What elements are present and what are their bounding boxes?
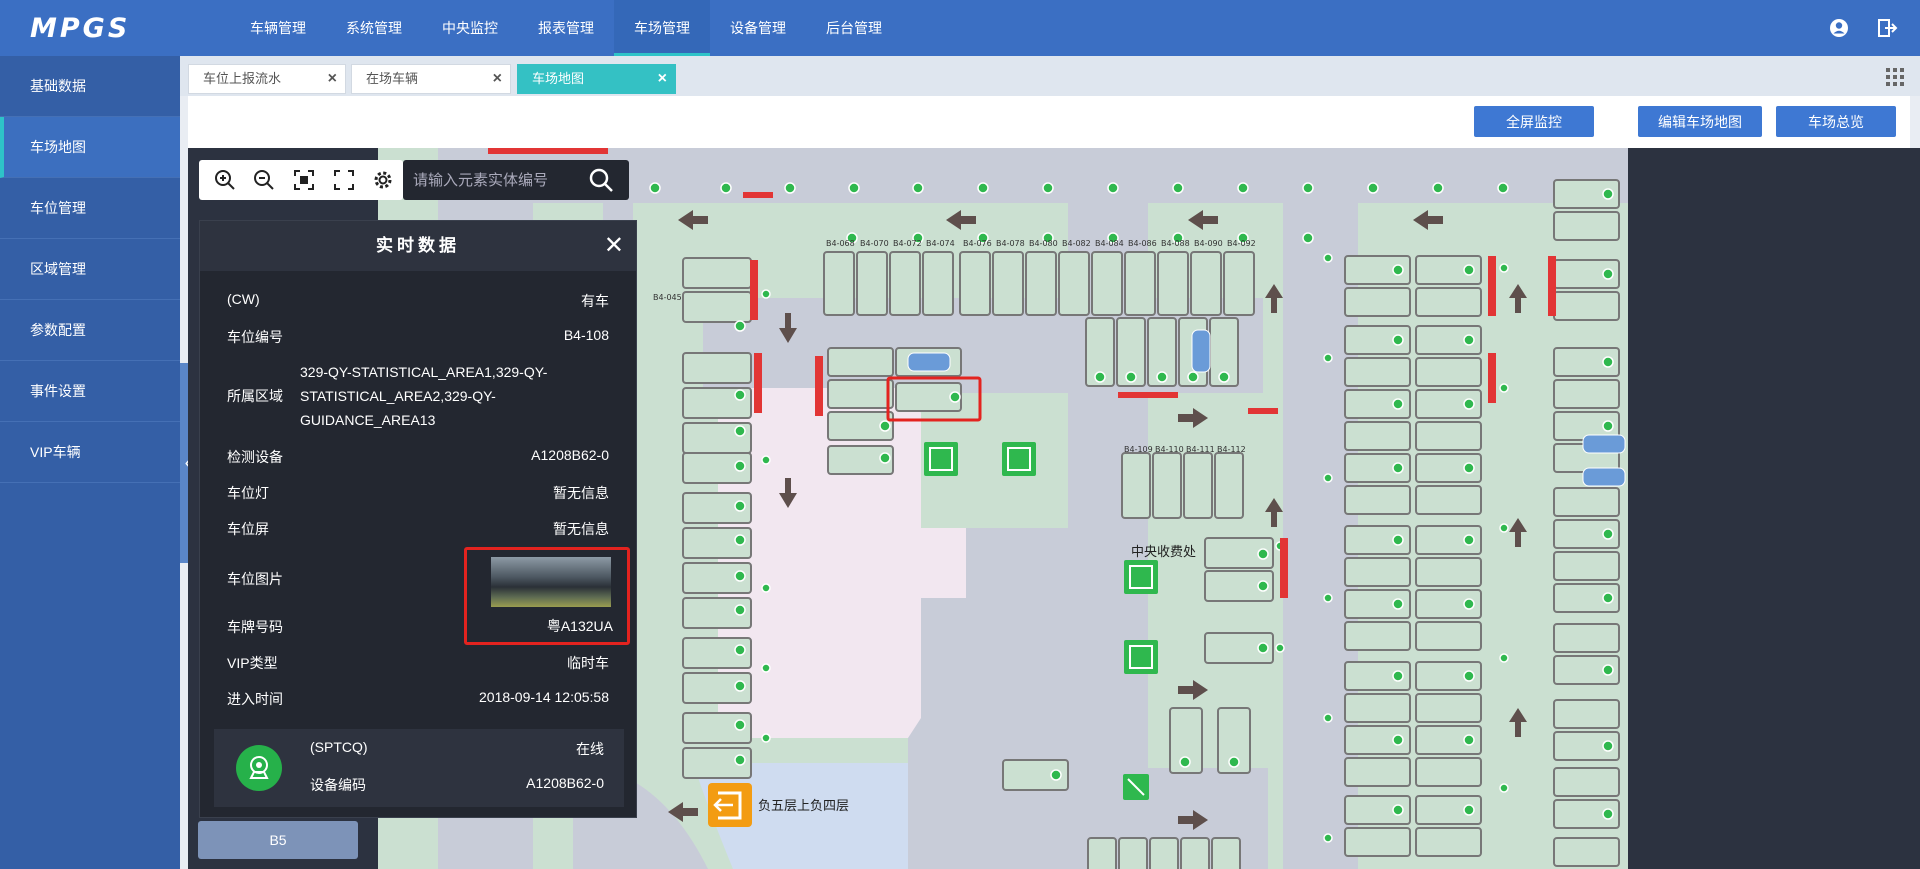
zoom-in-icon[interactable]	[205, 162, 245, 198]
fit-view-icon[interactable]	[284, 162, 324, 198]
cw-label: (CW)	[227, 291, 260, 307]
tab-label: 车位上报流水	[203, 71, 282, 86]
space-photo[interactable]	[491, 557, 611, 607]
app-logo: MPGS	[30, 13, 131, 44]
close-icon[interactable]: ×	[493, 65, 502, 93]
svg-text:B4-109: B4-109	[1124, 445, 1153, 454]
vip-label: VIP类型	[227, 655, 278, 671]
tab-label: 车场地图	[532, 71, 585, 86]
device-code-value: A1208B62-0	[526, 775, 604, 791]
svg-text:B4-092: B4-092	[1227, 239, 1256, 248]
svg-text:B4-084: B4-084	[1095, 239, 1124, 248]
zoom-out-icon[interactable]	[245, 162, 285, 198]
entry-label: 进入时间	[227, 691, 283, 707]
top-bar: MPGS 车辆管理 系统管理 中央监控 报表管理 车场管理 设备管理 后台管理	[0, 0, 1920, 56]
sidebar-item-basic-data[interactable]: 基础数据	[0, 56, 180, 117]
svg-text:B4-074: B4-074	[926, 239, 955, 248]
area-label: 所属区域	[227, 388, 283, 404]
sidebar-item-parking-map[interactable]: 车场地图	[0, 117, 180, 178]
camera-icon	[236, 745, 282, 791]
map-dark-margin	[1628, 148, 1920, 869]
nav-central-monitor[interactable]: 中央监控	[422, 0, 518, 56]
svg-text:B4-070: B4-070	[860, 239, 889, 248]
svg-text:B4-076: B4-076	[963, 239, 992, 248]
nav-system-management[interactable]: 系统管理	[326, 0, 422, 56]
fullscreen-monitor-button[interactable]: 全屏监控	[1474, 106, 1594, 137]
tab-parking-map[interactable]: 车场地图 ×	[517, 64, 676, 94]
nav-report-management[interactable]: 报表管理	[518, 0, 614, 56]
tab-label: 在场车辆	[366, 71, 419, 86]
screen-label: 车位屏	[227, 521, 269, 537]
svg-text:B4-072: B4-072	[893, 239, 922, 248]
sidebar-item-event-settings[interactable]: 事件设置	[0, 361, 180, 422]
top-nav: 车辆管理 系统管理 中央监控 报表管理 车场管理 设备管理 后台管理	[230, 0, 902, 56]
nav-vehicle-management[interactable]: 车辆管理	[230, 0, 326, 56]
svg-text:B4-111: B4-111	[1186, 445, 1215, 454]
space-no-value: B4-108	[563, 327, 609, 343]
sidebar: 基础数据 车场地图 车位管理 区域管理 参数配置 事件设置 VIP车辆	[0, 56, 180, 869]
search-input[interactable]	[413, 168, 573, 192]
search-icon[interactable]	[573, 160, 629, 200]
svg-text:B4-082: B4-082	[1062, 239, 1091, 248]
screen-value: 暂无信息	[553, 521, 609, 537]
sidebar-item-area-management[interactable]: 区域管理	[0, 239, 180, 300]
grid-menu-icon[interactable]	[1886, 68, 1904, 86]
svg-text:B4-086: B4-086	[1128, 239, 1157, 248]
sidebar-item-parameter-config[interactable]: 参数配置	[0, 300, 180, 361]
parking-overview-button[interactable]: 车场总览	[1776, 106, 1896, 137]
plate-label: 车牌号码	[227, 619, 283, 635]
panel-title: 实时数据	[376, 236, 460, 255]
settings-gear-icon[interactable]	[363, 162, 403, 198]
detector-value: A1208B62-0	[531, 447, 609, 463]
tab-space-report-log[interactable]: 车位上报流水 ×	[188, 64, 346, 94]
exit-label: 负五层上负四层	[758, 798, 849, 813]
svg-text:B4-045: B4-045	[653, 293, 682, 302]
fullscreen-icon[interactable]	[324, 162, 364, 198]
cw-value: 有车	[581, 293, 609, 309]
entity-search	[403, 160, 629, 200]
device-type-label: (SPTCQ)	[310, 739, 368, 755]
logout-icon[interactable]	[1876, 17, 1898, 39]
map-toolbar: 全屏监控 编辑车场地图 车场总览	[188, 96, 1910, 148]
nav-parking-management[interactable]: 车场管理	[614, 0, 710, 56]
user-icon[interactable]	[1828, 17, 1850, 39]
central-cashier-label: 中央收费处	[1131, 544, 1196, 559]
close-icon[interactable]: ✕	[604, 221, 628, 271]
device-type-row: (SPTCQ) 在线	[310, 739, 604, 757]
tab-vehicles-in-lot[interactable]: 在场车辆 ×	[351, 64, 511, 94]
svg-text:B4-078: B4-078	[996, 239, 1025, 248]
svg-text:B4-088: B4-088	[1161, 239, 1190, 248]
photo-highlight: 粤A132UA	[464, 547, 630, 645]
device-code-label: 设备编码	[310, 777, 366, 793]
light-value: 暂无信息	[553, 485, 609, 501]
svg-text:B4-068: B4-068	[826, 239, 855, 248]
vip-value: 临时车	[567, 655, 609, 671]
plate-value: 粤A132UA	[546, 618, 613, 634]
map-tools	[199, 160, 403, 200]
detector-label: 检测设备	[227, 449, 283, 465]
device-code-row: 设备编码 A1208B62-0	[310, 775, 604, 795]
realtime-data-panel: 实时数据 ✕ (CW) 有车 车位编号 B4-108 所属区域 329-QY-S…	[199, 220, 637, 818]
area-value: 329-QY-STATISTICAL_AREA1,329-QY-STATISTI…	[300, 364, 548, 428]
entry-value: 2018-09-14 12:05:58	[479, 689, 609, 705]
edit-map-button[interactable]: 编辑车场地图	[1638, 106, 1762, 137]
nav-backend-management[interactable]: 后台管理	[806, 0, 902, 56]
device-card: (SPTCQ) 在线 设备编码 A1208B62-0	[214, 729, 624, 807]
floor-selector-b5[interactable]: B5	[198, 821, 358, 859]
sidebar-item-space-management[interactable]: 车位管理	[0, 178, 180, 239]
svg-text:B4-090: B4-090	[1194, 239, 1223, 248]
photo-label: 车位图片	[227, 571, 283, 587]
space-no-label: 车位编号	[227, 329, 283, 345]
nav-device-management[interactable]: 设备管理	[710, 0, 806, 56]
device-status: 在线	[576, 741, 604, 757]
svg-text:B4-112: B4-112	[1217, 445, 1246, 454]
tab-bar: 车位上报流水 × 在场车辆 × 车场地图 ×	[180, 56, 1920, 96]
close-icon[interactable]: ×	[328, 65, 337, 93]
light-label: 车位灯	[227, 485, 269, 501]
panel-header: 实时数据 ✕	[200, 221, 636, 271]
svg-text:B4-110: B4-110	[1155, 445, 1184, 454]
svg-text:B4-080: B4-080	[1029, 239, 1058, 248]
close-icon[interactable]: ×	[658, 65, 667, 93]
sidebar-item-vip-vehicles[interactable]: VIP车辆	[0, 422, 180, 483]
